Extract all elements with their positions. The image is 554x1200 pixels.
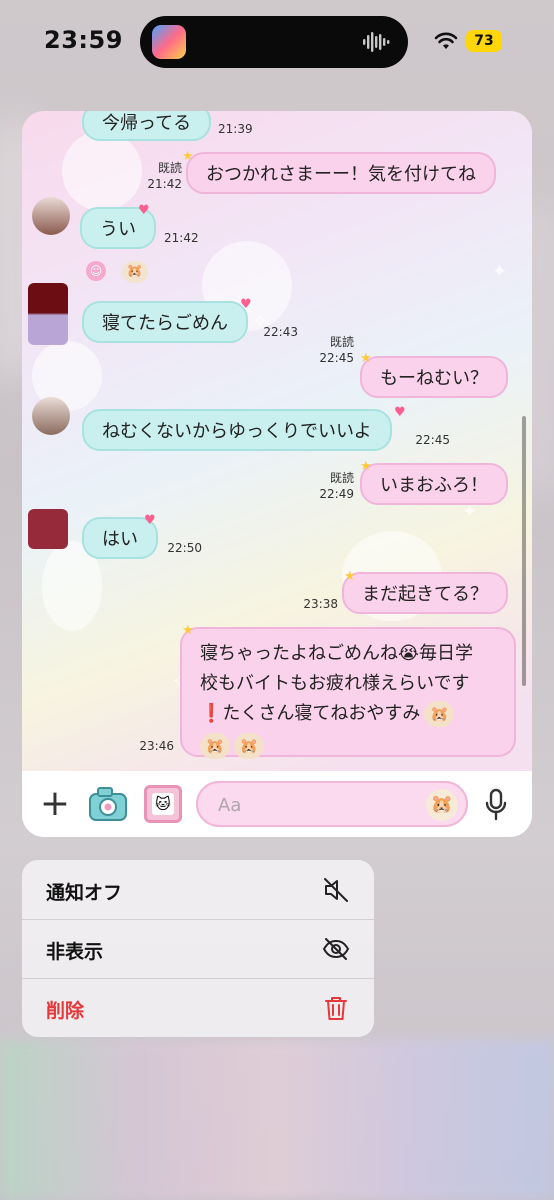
sender-avatar[interactable] <box>28 509 68 549</box>
bubble-heart-decoration: ♥ <box>138 203 150 218</box>
dynamic-island[interactable] <box>140 16 408 68</box>
menu-item-label: 非表示 <box>46 941 104 963</box>
read-receipt: 既読 <box>329 335 354 349</box>
plus-icon[interactable]: + <box>38 784 72 824</box>
speaker-mute-icon <box>324 878 348 902</box>
message-line: ❗たくさん寝てねおやすみ 🐹 <box>200 699 496 729</box>
message-line-text: ❗たくさん寝てねおやすみ <box>200 703 421 724</box>
bubble-heart-decoration: ♥ <box>144 513 156 528</box>
trash-icon <box>325 997 347 1020</box>
now-playing-app-icon <box>152 25 186 59</box>
microphone-icon[interactable] <box>484 788 508 822</box>
message-time: 21:42 <box>164 231 199 245</box>
sender-avatar[interactable] <box>28 283 68 345</box>
message-time: 21:39 <box>218 122 253 136</box>
outgoing-message-bubble[interactable]: いまおふろ！ <box>360 463 508 505</box>
incoming-message-bubble[interactable]: 寝てたらごめん <box>82 301 248 343</box>
menu-item-mute[interactable]: 通知オフ <box>22 860 374 919</box>
message-time: 22:50 <box>167 541 202 555</box>
bubble-heart-decoration: ♥ <box>240 297 252 312</box>
reaction-smile-icon[interactable]: ☺ <box>86 261 106 281</box>
status-time: 23:59 <box>44 26 123 54</box>
scrollbar[interactable] <box>522 416 526 686</box>
photo-gallery-icon[interactable]: 🐱 <box>144 785 182 823</box>
photo-character-icon: 🐱 <box>152 793 174 815</box>
decor-character <box>62 131 142 211</box>
wifi-icon <box>434 32 458 49</box>
message-line: 校もバイトもお疲れ様えらいです <box>200 673 470 694</box>
incoming-message-bubble[interactable]: 今帰ってる <box>82 111 212 141</box>
sticker-emoji-icon: 🐹 <box>234 733 264 759</box>
read-receipt: 既読 <box>329 471 354 485</box>
eye-slash-icon <box>322 938 350 960</box>
read-receipt: 既読 <box>157 161 182 175</box>
outgoing-message-bubble[interactable]: 寝ちゃったよねごめんね😭毎日学 校もバイトもお疲れ様えらいです ❗たくさん寝てね… <box>180 627 516 759</box>
message-time: 23:38 <box>303 597 338 611</box>
menu-item-delete[interactable]: 削除 <box>22 978 374 1037</box>
outgoing-message-bubble[interactable]: もーねむい？ <box>360 356 508 398</box>
menu-item-label: 通知オフ <box>46 882 123 904</box>
bubble-star-decoration: ★ <box>360 351 372 366</box>
message-list[interactable]: ✦ ✧ ✦ ✧ 今帰ってる 21:39 既読 21:42 おつかれさまーー！気を… <box>22 111 532 771</box>
message-line: 寝ちゃったよねごめんね😭毎日学 <box>200 643 474 664</box>
bubble-star-decoration: ★ <box>344 569 356 584</box>
bubble-star-decoration: ★ <box>360 459 372 474</box>
outgoing-message-bubble[interactable]: おつかれさまーー！気を付けてね <box>186 152 496 194</box>
context-menu: 通知オフ 非表示 削除 <box>22 860 374 1037</box>
menu-item-hide[interactable]: 非表示 <box>22 919 374 978</box>
bubble-star-decoration: ★ <box>182 623 194 638</box>
message-time: 22:43 <box>263 325 298 339</box>
message-input-placeholder: Aa <box>218 795 242 816</box>
menu-item-label: 削除 <box>46 1000 85 1022</box>
chat-preview-card[interactable]: ✦ ✧ ✦ ✧ 今帰ってる 21:39 既読 21:42 おつかれさまーー！気を… <box>22 111 532 837</box>
decor-star: ✦ <box>492 261 508 282</box>
reaction-sticker-icon[interactable]: 🐹 <box>122 261 148 283</box>
message-line: 🐹 🐹 <box>200 731 496 761</box>
message-time: 22:45 <box>415 433 450 447</box>
incoming-message-bubble[interactable]: ねむくないからゆっくりでいいよ <box>82 409 392 451</box>
message-time: 21:42 <box>147 177 182 191</box>
sender-avatar[interactable] <box>32 397 70 435</box>
bubble-heart-decoration: ♥ <box>394 405 406 420</box>
message-time: 22:49 <box>319 487 354 501</box>
status-bar: 23:59 73 <box>0 0 554 84</box>
audio-waveform-icon <box>363 32 390 52</box>
home-screen-background <box>0 1040 554 1200</box>
message-input[interactable]: Aa 🐹 <box>196 781 468 827</box>
sticker-emoji-icon: 🐹 <box>200 733 230 759</box>
battery-indicator: 73 <box>466 30 502 52</box>
outgoing-message-bubble[interactable]: まだ起きてる？ <box>342 572 508 614</box>
camera-icon[interactable] <box>88 785 128 823</box>
message-time: 22:45 <box>319 351 354 365</box>
sender-avatar[interactable] <box>32 197 70 235</box>
message-time: 23:46 <box>139 739 174 753</box>
message-input-bar: + 🐱 Aa 🐹 <box>22 771 532 837</box>
sticker-emoji-icon: 🐹 <box>424 701 455 727</box>
emoji-sticker-icon[interactable]: 🐹 <box>426 789 458 821</box>
bubble-star-decoration: ★ <box>182 149 194 164</box>
